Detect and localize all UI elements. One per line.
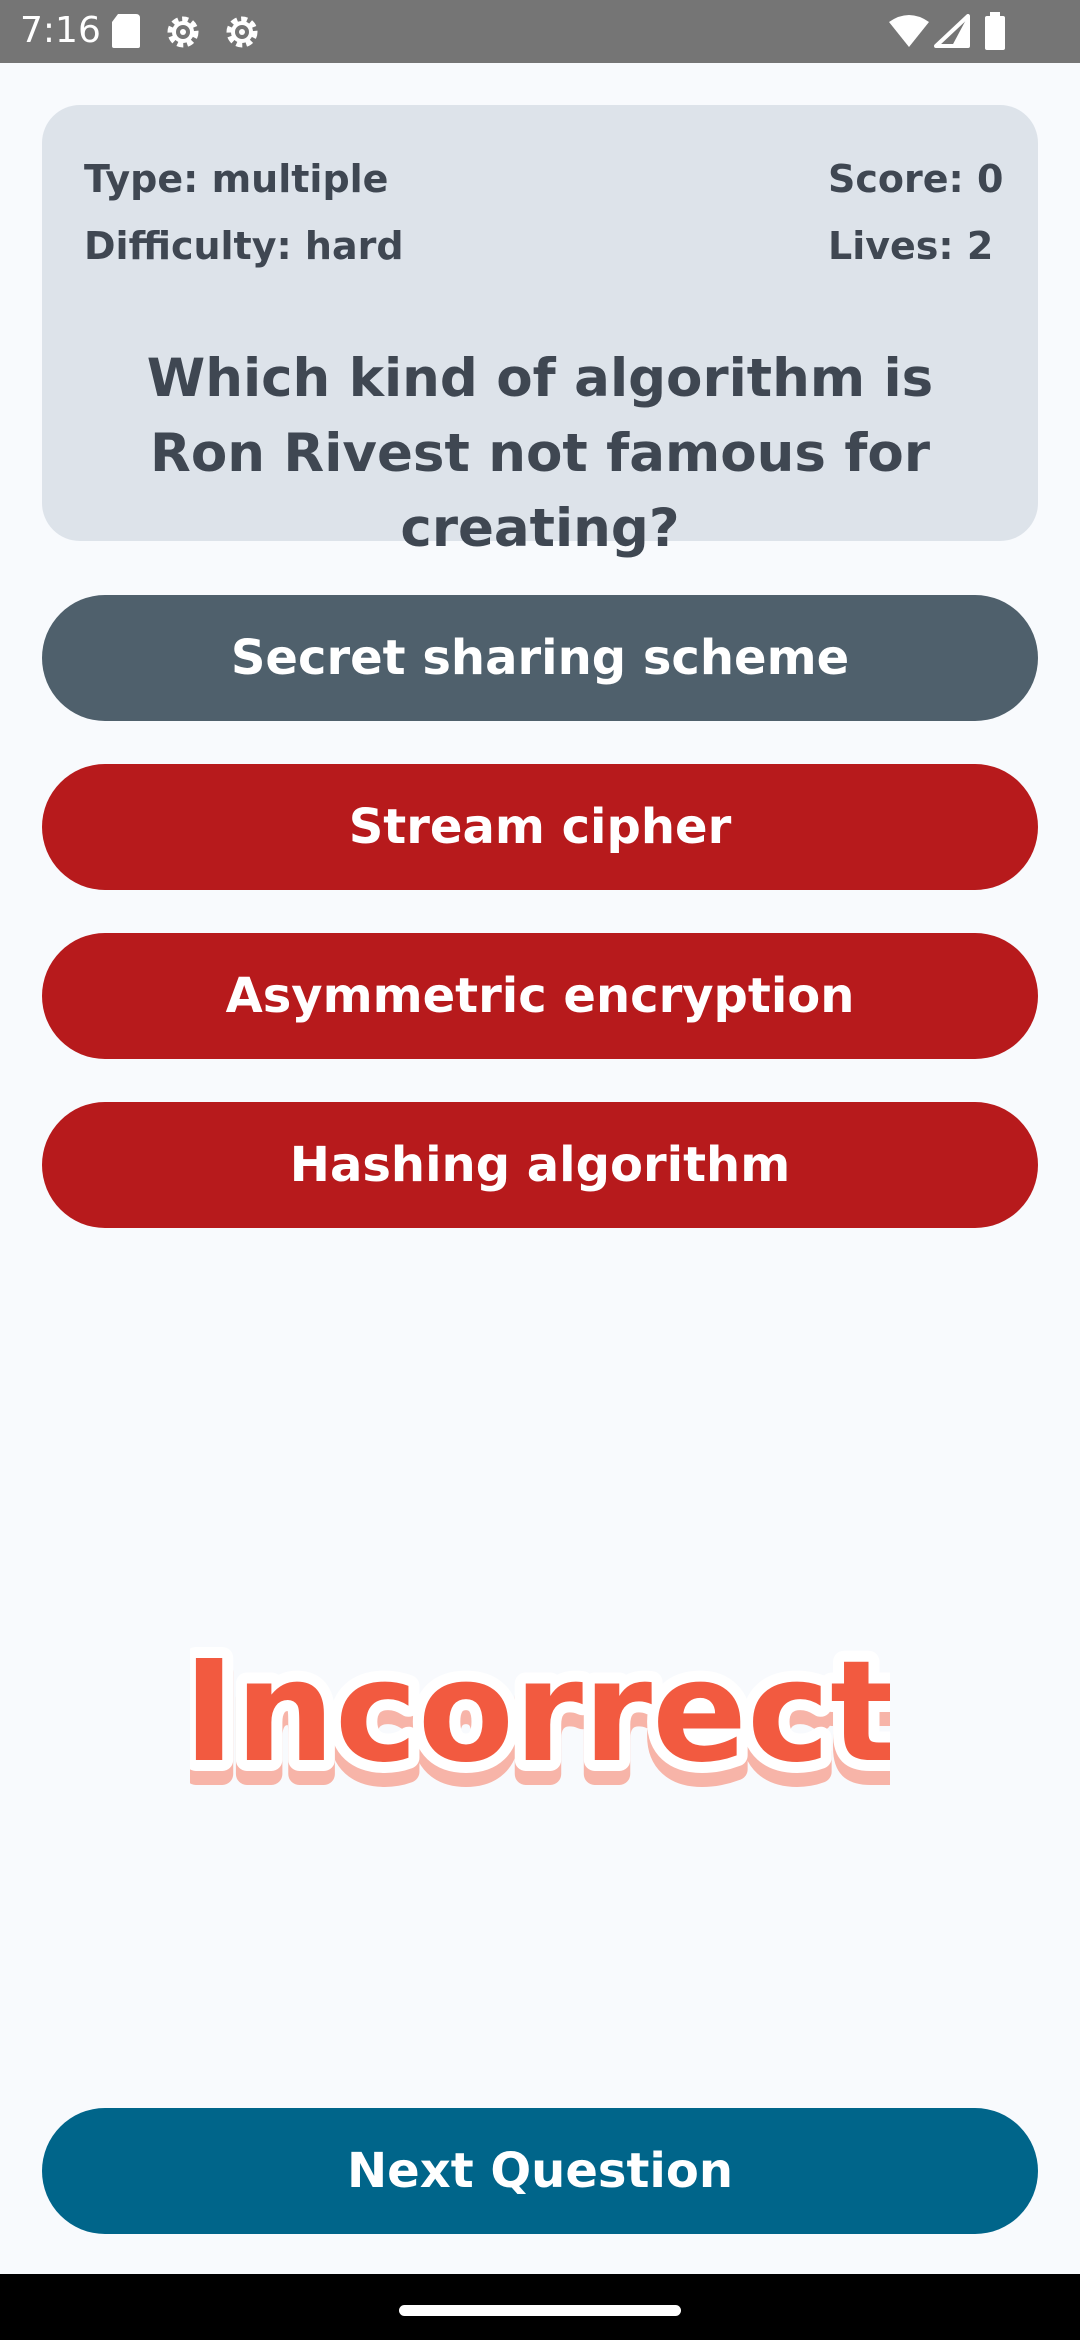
- status-time: 7:16: [20, 10, 101, 51]
- wifi-icon: [888, 14, 930, 52]
- answer-button-secret-sharing[interactable]: Secret sharing scheme: [42, 595, 1038, 721]
- answer-label: Asymmetric encryption: [225, 968, 855, 1024]
- answer-button-stream-cipher[interactable]: Stream cipher: [42, 764, 1038, 890]
- next-question-label: Next Question: [347, 2143, 733, 2199]
- answer-label: Secret sharing scheme: [230, 630, 850, 686]
- settings-icon: [163, 12, 203, 56]
- home-handle[interactable]: [399, 2305, 681, 2316]
- signal-icon: [934, 14, 970, 52]
- lives-label: Lives: 2: [828, 224, 994, 268]
- answer-button-hashing-algorithm[interactable]: Hashing algorithm: [42, 1102, 1038, 1228]
- battery-icon: [984, 12, 1006, 54]
- settings-icon: [222, 12, 262, 56]
- question-difficulty: Difficulty: hard: [84, 224, 404, 268]
- status-bar: 7:16: [0, 0, 1080, 63]
- question-type: Type: multiple: [84, 157, 389, 201]
- sd-card-icon: [110, 12, 142, 54]
- next-question-button[interactable]: Next Question: [42, 2108, 1038, 2234]
- question-text: Which kind of algorithm is Ron Rivest no…: [146, 348, 934, 559]
- question-card: Type: multiple Difficulty: hard Score: 0…: [42, 105, 1038, 559]
- answer-label: Hashing algorithm: [289, 1137, 791, 1193]
- incorrect-text: Incorrect: [190, 1631, 890, 1794]
- answer-label: Stream cipher: [348, 799, 732, 855]
- incorrect-result: Incorrect Incorrect Incorrect: [172, 1615, 908, 1819]
- answer-button-asymmetric-encryption[interactable]: Asymmetric encryption: [42, 933, 1038, 1059]
- score-label: Score: 0: [828, 157, 1004, 201]
